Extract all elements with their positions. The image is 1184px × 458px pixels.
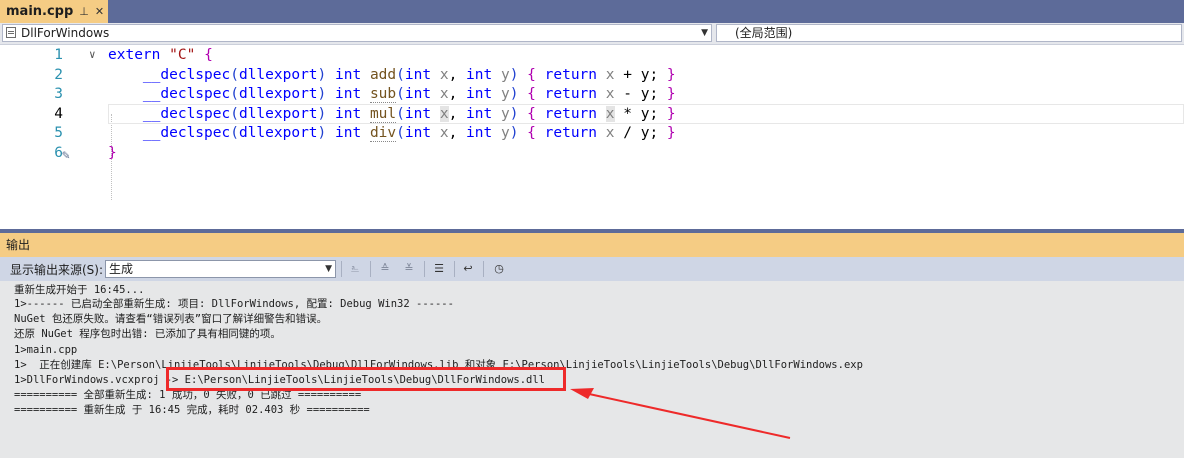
output-line: 1>main.cpp [14,344,78,356]
output-line: 重新生成开始于 16:45... [14,284,145,296]
code-text: __declspec(dllexport) int mul(int x, int… [142,105,676,123]
output-line: NuGet 包还原失败。请查看“错误列表”窗口了解详细警告和错误。 [14,313,328,325]
pin-icon[interactable]: ⊥ [79,5,89,18]
code-line: 1 ∨ extern "C" { [0,45,1184,65]
toolbar-separator [483,261,484,277]
code-text: } [108,144,117,161]
line-number: 3 [54,86,63,102]
toolbar-separator [424,261,425,277]
scope-name: (全局范围) [735,26,793,40]
fold-chevron-icon[interactable]: ∨ [89,45,96,65]
output-toolbar: 显示输出来源(S): 生成 ▼ ⎁ ≙ ≚ ☰ ↩ ◷ [0,257,1184,281]
tab-title: main.cpp [6,4,74,19]
chevron-down-icon: ▼ [325,264,332,274]
tab-main-cpp[interactable]: main.cpp ⊥ ✕ [0,0,108,23]
document-tab-bar: main.cpp ⊥ ✕ [0,0,1184,23]
output-source-label: 显示输出来源(S): [10,263,104,277]
code-line: 5 __declspec(dllexport) int div(int x, i… [0,123,1184,143]
toolbar-separator [341,261,342,277]
output-panel-title: 输出 [0,233,1184,257]
code-line-current: 4 __declspec(dllexport) int mul(int x, i… [0,103,1184,124]
output-line: 还原 NuGet 程序包时出错: 已添加了具有相同键的项。 [14,328,281,340]
line-number: 5 [54,125,63,141]
code-text: __declspec(dllexport) int add(int x, int… [142,66,676,83]
word-wrap-icon[interactable]: ↩ [458,260,478,278]
code-editor[interactable]: ✎ 1 ∨ extern "C" { 2 __declspec(dllexpor… [0,45,1184,231]
navigation-bar: DllForWindows ▼ (全局范围) [0,23,1184,45]
line-number: 4 [54,105,63,122]
chevron-down-icon: ▼ [701,28,708,38]
code-text: extern "C" { [108,47,213,63]
code-line: 6 } [0,143,1184,163]
toolbar-separator [370,261,371,277]
toolbar-separator [454,261,455,277]
go-to-previous-message-icon[interactable]: ≙ [375,260,395,278]
clear-all-icon[interactable]: ☰ [429,260,449,278]
close-icon[interactable]: ✕ [95,5,104,18]
annotation-highlight-box [166,367,566,391]
find-message-in-code-icon[interactable]: ⎁ [345,260,365,278]
output-source-value: 生成 [109,262,134,276]
code-text: __declspec(dllexport) int sub(int x, int… [142,86,676,103]
go-to-next-message-icon[interactable]: ≚ [399,260,419,278]
line-number: 2 [54,66,63,83]
timestamp-clock-icon[interactable]: ◷ [489,260,509,278]
output-line: 1>------ 已启动全部重新生成: 项目: DllForWindows, 配… [14,298,454,310]
project-name: DllForWindows [21,26,110,40]
code-line: 3 __declspec(dllexport) int sub(int x, i… [0,84,1184,104]
line-number: 6 [54,144,63,161]
code-text: __declspec(dllexport) int div(int x, int… [142,125,676,142]
code-line: 2 __declspec(dllexport) int add(int x, i… [0,65,1184,85]
output-source-select[interactable]: 生成 ▼ [105,260,336,278]
output-line: ========== 重新生成 于 16:45 完成，耗时 02.403 秒 =… [14,404,370,416]
line-number: 1 [54,47,63,63]
project-dropdown[interactable]: DllForWindows ▼ [2,24,712,42]
project-icon [6,27,16,38]
scope-dropdown[interactable]: (全局范围) [716,24,1182,42]
